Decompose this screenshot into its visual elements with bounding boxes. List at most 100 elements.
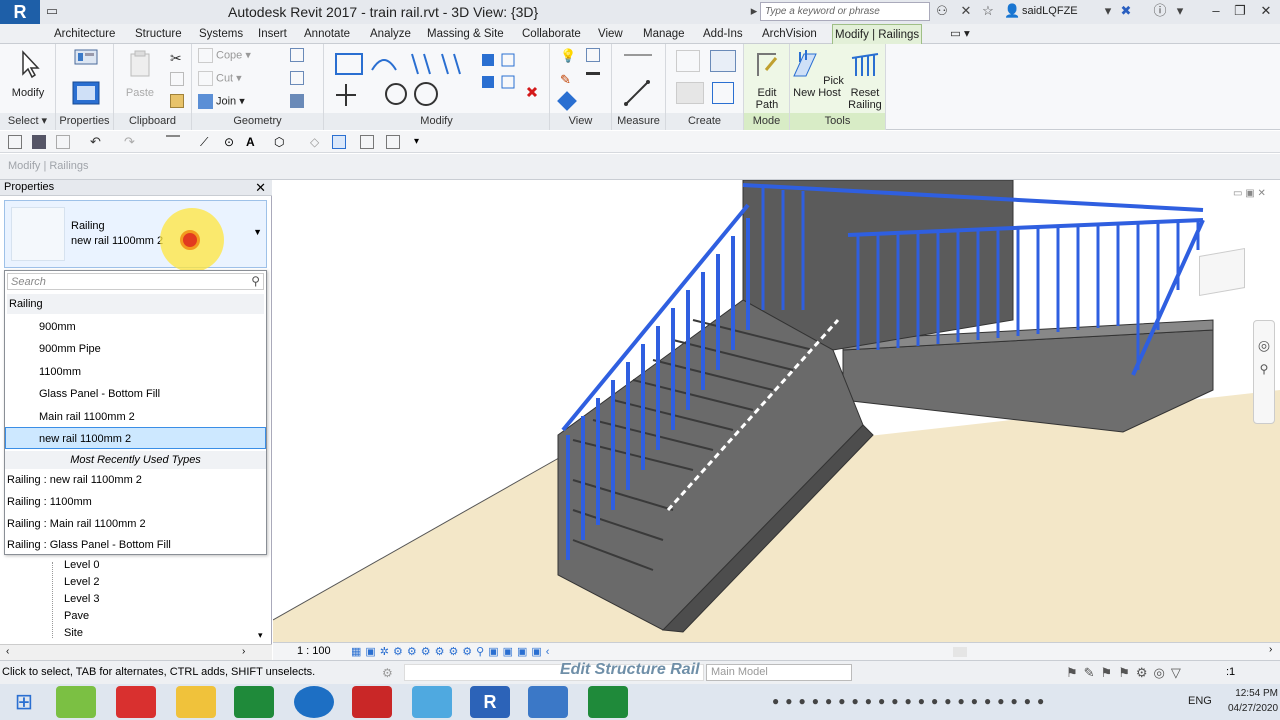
type-option[interactable]: 1100mm <box>5 361 266 383</box>
worksets-icon[interactable]: ⚙ <box>382 666 393 680</box>
tab-systems[interactable]: Systems <box>197 24 245 44</box>
dimension-icon[interactable] <box>622 78 652 108</box>
pencil-icon[interactable]: ✎ <box>560 72 571 88</box>
measure-qat-icon[interactable] <box>166 135 180 149</box>
tab-options-icon[interactable]: ▭ ▾ <box>948 24 972 44</box>
redo-icon[interactable]: ↷ <box>124 135 138 149</box>
browser-item-level[interactable]: Level 0 <box>64 559 99 571</box>
modify-button[interactable]: Modify <box>6 48 50 99</box>
open-file-icon[interactable] <box>8 135 22 149</box>
split-face-icon[interactable] <box>290 48 304 62</box>
cut-geometry-button[interactable]: Cut ▾ <box>198 71 242 86</box>
type-option[interactable]: Main rail 1100mm 2 <box>5 406 266 428</box>
group-select-label[interactable]: Select ▾ <box>0 113 55 130</box>
chevron-down-icon[interactable]: ▾ <box>1172 3 1188 19</box>
subscription-icon[interactable]: ✕ <box>958 3 974 19</box>
type-option[interactable]: Glass Panel - Bottom Fill <box>5 383 266 405</box>
thin-lines-icon[interactable] <box>332 135 346 149</box>
scroll-down-icon[interactable]: ▾ <box>258 630 263 641</box>
user-icon[interactable]: 👤 <box>1004 3 1020 19</box>
input-language[interactable]: ENG <box>1188 695 1212 707</box>
tab-architecture[interactable]: Architecture <box>52 24 117 44</box>
type-selector[interactable]: Railing new rail 1100mm 2 ▼ <box>4 200 267 268</box>
steering-wheel-icon[interactable]: ◎ <box>1254 337 1274 354</box>
browser-item-level[interactable]: Pave <box>64 610 89 622</box>
taskbar-app-icon[interactable] <box>588 686 628 718</box>
snipping-tool-icon[interactable] <box>412 686 452 718</box>
create-similar-icon[interactable] <box>712 82 734 104</box>
hide-icon[interactable]: 💡 <box>560 48 576 63</box>
revit-logo-icon[interactable]: R <box>0 0 40 24</box>
tab-massing-site[interactable]: Massing & Site <box>425 24 506 44</box>
close-button[interactable]: ✕ <box>1256 2 1276 20</box>
tab-annotate[interactable]: Annotate <box>302 24 352 44</box>
type-option[interactable]: 900mm <box>5 316 266 338</box>
modify-tools-icons[interactable] <box>332 50 542 110</box>
create-parts-icon[interactable] <box>676 50 700 72</box>
camtasia-icon[interactable] <box>234 686 274 718</box>
edit-path-button[interactable]: Edit Path <box>748 48 786 111</box>
section-icon[interactable]: ◇ <box>310 135 324 149</box>
viewport-window-controls[interactable]: ▭ ▣ ✕ <box>1233 188 1266 199</box>
demolish-icon[interactable] <box>290 94 304 108</box>
save-icon[interactable] <box>32 135 46 149</box>
view-cube[interactable] <box>1199 247 1245 297</box>
override-icon[interactable] <box>586 48 600 62</box>
paste-button[interactable]: Paste <box>120 48 160 99</box>
browser-item-level[interactable]: Site <box>64 627 83 639</box>
filter-count[interactable]: :1 <box>1226 666 1235 678</box>
type-option[interactable]: 900mm Pipe <box>5 338 266 360</box>
3d-viewport[interactable]: ▭ ▣ ✕ ◎ ⚲ <box>273 180 1280 642</box>
create-group-icon[interactable] <box>710 50 736 72</box>
user-name[interactable]: saidLQFZE <box>1022 5 1078 17</box>
mru-option[interactable]: Railing : new rail 1100mm 2 <box>7 469 266 491</box>
windows-start-icon[interactable]: ⊞ <box>4 686 44 718</box>
undo-icon[interactable]: ↶ <box>90 135 104 149</box>
taskbar-app-icon[interactable] <box>116 686 156 718</box>
mru-option[interactable]: Railing : 1100mm <box>7 491 266 513</box>
scroll-left-icon[interactable]: ‹ <box>6 646 9 657</box>
taskbar-app-icon[interactable] <box>528 686 568 718</box>
minimize-button[interactable]: – <box>1206 2 1226 20</box>
tab-insert[interactable]: Insert <box>256 24 289 44</box>
tab-view[interactable]: View <box>596 24 625 44</box>
paint-icon[interactable] <box>290 71 304 85</box>
close-hidden-icon[interactable] <box>360 135 374 149</box>
browser-item-level[interactable]: Level 3 <box>64 593 99 605</box>
cope-button[interactable]: Cope ▾ <box>198 48 251 63</box>
dimension-qat-icon[interactable]: ⟋ <box>200 135 214 149</box>
tab-structure[interactable]: Structure <box>133 24 184 44</box>
paint-bucket-icon[interactable] <box>557 91 577 111</box>
view-control-icons[interactable]: ▦▣✲⚙⚙⚙⚙⚙⚙⚲▣▣▣▣‹ <box>351 645 553 658</box>
browser-item-level[interactable]: Level 2 <box>64 576 99 588</box>
scroll-right-icon[interactable]: › <box>1269 644 1272 655</box>
open-icon[interactable]: ▭ <box>44 3 60 19</box>
tab-collaborate[interactable]: Collaborate <box>520 24 583 44</box>
exchange-apps-icon[interactable]: ✖ <box>1118 3 1134 19</box>
chevron-down-icon[interactable]: ▾ <box>1100 3 1116 19</box>
taskbar-app-icon[interactable] <box>56 686 96 718</box>
revit-taskbar-icon[interactable]: R <box>470 686 510 718</box>
tab-add-ins[interactable]: Add-Ins <box>701 24 745 44</box>
taskbar-app-icon[interactable] <box>294 686 334 718</box>
properties-button[interactable] <box>68 80 104 109</box>
reset-railing-button[interactable]: Reset Railing <box>844 48 886 111</box>
zoom-icon[interactable]: ⚲ <box>1254 362 1274 376</box>
horizontal-scrollbar[interactable]: ‹ › <box>0 644 272 660</box>
tab-modify-railings[interactable]: Modify | Railings <box>832 24 923 44</box>
tab-analyze[interactable]: Analyze <box>368 24 413 44</box>
linework-icon[interactable] <box>586 72 600 75</box>
3d-view-icon[interactable]: ⬡ <box>274 135 288 149</box>
favorites-star-icon[interactable]: ☆ <box>980 3 996 19</box>
help-icon[interactable]: ⓘ <box>1152 3 1168 19</box>
selection-filter-icons[interactable]: ⚑✎⚑⚑⚙◎▽ <box>1066 665 1187 681</box>
tab-archvision[interactable]: ArchVision <box>760 24 819 44</box>
scroll-right-icon[interactable]: › <box>242 646 245 657</box>
close-icon[interactable]: ✕ <box>255 180 266 196</box>
sync-icon[interactable] <box>56 135 70 149</box>
taskbar-app-icon[interactable] <box>352 686 392 718</box>
design-option-select[interactable]: Main Model <box>706 664 852 681</box>
pick-new-host-button[interactable]: Pick New Host <box>790 48 844 99</box>
view-scale[interactable]: 1 : 100 <box>297 645 331 657</box>
binoculars-icon[interactable]: ⚇ <box>934 3 950 19</box>
